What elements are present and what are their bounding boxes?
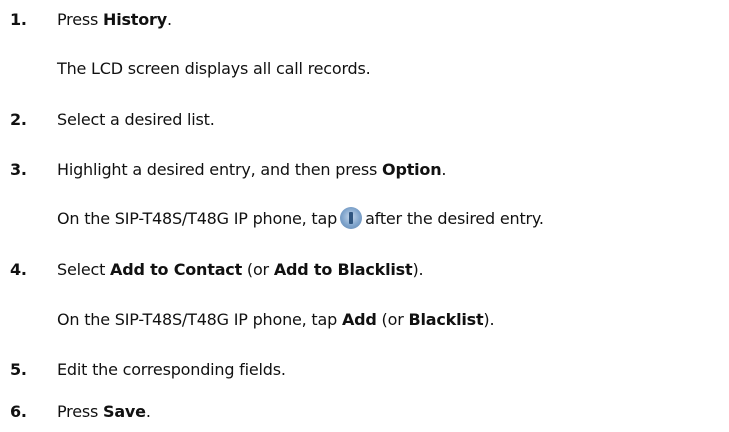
step-text: Press Save.: [57, 400, 151, 424]
step-3-note: On the SIP-T48S/T48G IP phone, tap after …: [57, 207, 544, 231]
step-note-part: On the SIP-T48S/T48G IP phone, tap: [57, 310, 342, 329]
step-text-part: Select: [57, 260, 111, 279]
instruction-steps: 1. Press History. The LCD screen display…: [0, 0, 729, 432]
step-number: 4.: [10, 260, 27, 279]
step-text-part: .: [166, 10, 172, 29]
info-icon: [340, 207, 363, 229]
step-note-part: ).: [483, 310, 495, 329]
step-text-part: .: [145, 402, 151, 421]
step-number: 3.: [10, 160, 27, 179]
step-text-part: Press: [57, 10, 103, 29]
step-text: Highlight a desired entry, and then pres…: [57, 158, 447, 182]
step-text-part: Highlight a desired entry, and then pres…: [57, 160, 383, 179]
step-number: 1.: [10, 10, 27, 29]
step-number: 5.: [10, 360, 27, 379]
key-name: Option: [382, 160, 442, 179]
step-number: 6.: [10, 402, 27, 421]
step-number: 2.: [10, 110, 27, 129]
key-name: History: [103, 10, 167, 29]
key-name: Blacklist: [408, 310, 484, 329]
step-4-note: On the SIP-T48S/T48G IP phone, tap Add (…: [57, 308, 495, 332]
step-text: Edit the corresponding fields.: [57, 360, 286, 379]
key-name: Add to Blacklist: [273, 260, 413, 279]
key-name: Save: [103, 402, 146, 421]
step-text: Select Add to Contact (or Add to Blackli…: [57, 258, 424, 282]
key-name: Add: [341, 310, 377, 329]
step-text: Press History.: [57, 8, 172, 32]
step-note-part: after the desired entry.: [365, 209, 544, 228]
step-text-part: (or: [242, 260, 274, 279]
step-note-part: On the SIP-T48S/T48G IP phone, tap: [57, 209, 338, 228]
step-text: Select a desired list.: [57, 110, 215, 129]
step-text-part: ).: [412, 260, 424, 279]
step-1-note: The LCD screen displays all call records…: [57, 59, 371, 78]
step-note-part: (or: [376, 310, 409, 329]
step-text-part: .: [441, 160, 447, 179]
key-name: Add to Contact: [110, 260, 243, 279]
step-text-part: Press: [57, 402, 103, 421]
